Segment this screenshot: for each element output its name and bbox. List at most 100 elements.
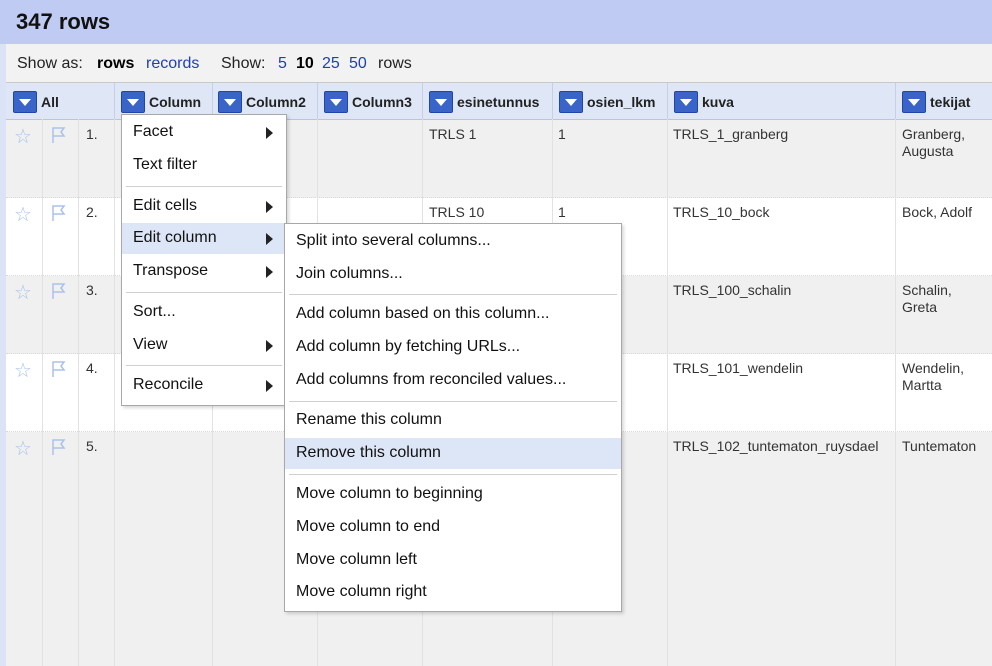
- menu-item-add-columns-reconciled[interactable]: Add columns from reconciled values...: [285, 365, 621, 396]
- cell-tekijat[interactable]: Bock, Adolf: [902, 204, 988, 221]
- menu-item-text-filter-label: Text filter: [133, 156, 198, 173]
- menu-item-move-right-label: Move column right: [296, 583, 427, 600]
- menu-item-move-right[interactable]: Move column right: [285, 577, 621, 608]
- menu-item-join-columns-label: Join columns...: [296, 265, 403, 282]
- column2-dropdown-icon[interactable]: [218, 91, 242, 113]
- page-size-10[interactable]: 10: [296, 55, 314, 73]
- header-osien-lkm-label: osien_lkm: [587, 94, 656, 110]
- menu-item-edit-cells[interactable]: Edit cells: [122, 191, 286, 222]
- menu-separator: [289, 401, 617, 402]
- header-column3-label: Column3: [352, 94, 412, 110]
- rows-suffix: rows: [378, 55, 412, 72]
- menu-separator: [126, 186, 282, 187]
- cell-osien-lkm[interactable]: 1: [558, 126, 566, 143]
- menu-item-text-filter[interactable]: Text filter: [122, 150, 286, 181]
- menu-item-edit-cells-label: Edit cells: [133, 197, 198, 214]
- column-divider: [895, 119, 896, 666]
- cell-tekijat[interactable]: Granberg, Augusta: [902, 126, 988, 160]
- menu-item-sort[interactable]: Sort...: [122, 297, 286, 328]
- header-esinetunnus-label: esinetunnus: [457, 94, 540, 110]
- menu-item-move-left[interactable]: Move column left: [285, 545, 621, 576]
- header-all: All: [6, 83, 115, 119]
- page-size-25[interactable]: 25: [322, 55, 340, 73]
- records-mode-link[interactable]: records: [146, 55, 199, 73]
- cell-esinetunnus[interactable]: TRLS 10: [429, 204, 484, 221]
- menu-item-add-column-fetch-urls[interactable]: Add column by fetching URLs...: [285, 332, 621, 363]
- star-icon[interactable]: ☆: [14, 280, 32, 305]
- flag-icon[interactable]: [51, 126, 67, 144]
- cell-osien-lkm[interactable]: 1: [558, 204, 566, 221]
- menu-item-add-column-based[interactable]: Add column based on this column...: [285, 299, 621, 330]
- star-icon[interactable]: ☆: [14, 436, 32, 461]
- header-column-label: Column: [149, 94, 202, 110]
- menu-item-remove-column-label: Remove this column: [296, 444, 441, 461]
- menu-item-edit-column[interactable]: Edit column: [122, 223, 286, 254]
- submenu-arrow-icon: [266, 380, 273, 392]
- cell-esinetunnus[interactable]: TRLS 1: [429, 126, 476, 143]
- flag-icon[interactable]: [51, 204, 67, 222]
- view-controls: Show as: rows records Show: 5 10 25 50 r…: [6, 44, 992, 83]
- rows-mode-option[interactable]: rows: [97, 55, 134, 73]
- app-frame: 347 rows Show as: rows records Show: 5 1…: [0, 0, 992, 666]
- header-tekijat-label: tekijat: [930, 94, 971, 110]
- row-number: 1.: [86, 126, 98, 142]
- all-dropdown-icon[interactable]: [13, 91, 37, 113]
- header-column2-label: Column2: [246, 94, 306, 110]
- menu-item-split-columns[interactable]: Split into several columns...: [285, 226, 621, 257]
- row-number: 3.: [86, 282, 98, 298]
- page-size-5[interactable]: 5: [278, 55, 287, 73]
- menu-item-join-columns[interactable]: Join columns...: [285, 259, 621, 290]
- header-kuva-label: kuva: [702, 94, 734, 110]
- menu-separator: [126, 292, 282, 293]
- submenu-arrow-icon: [266, 127, 273, 139]
- menu-item-edit-column-label: Edit column: [133, 229, 217, 246]
- column-dropdown-icon[interactable]: [121, 91, 145, 113]
- row-count-title: 347 rows: [16, 9, 111, 34]
- page-size-50[interactable]: 50: [349, 55, 367, 73]
- cell-tekijat[interactable]: Tuntematon: [902, 438, 976, 455]
- title-bar: 347 rows: [0, 0, 992, 44]
- menu-item-add-columns-reconciled-label: Add columns from reconciled values...: [296, 371, 567, 388]
- menu-separator: [126, 365, 282, 366]
- menu-item-move-to-beginning[interactable]: Move column to beginning: [285, 479, 621, 510]
- column3-dropdown-icon[interactable]: [324, 91, 348, 113]
- esinetunnus-dropdown-icon[interactable]: [429, 91, 453, 113]
- row-number: 4.: [86, 360, 98, 376]
- menu-item-transpose[interactable]: Transpose: [122, 256, 286, 287]
- row-number: 5.: [86, 438, 98, 454]
- star-icon[interactable]: ☆: [14, 202, 32, 227]
- menu-item-rename-column[interactable]: Rename this column: [285, 405, 621, 436]
- cell-kuva[interactable]: TRLS_1_granberg: [673, 126, 788, 143]
- menu-item-rename-column-label: Rename this column: [296, 411, 442, 428]
- star-icon[interactable]: ☆: [14, 124, 32, 149]
- star-icon[interactable]: ☆: [14, 358, 32, 383]
- tekijat-dropdown-icon[interactable]: [902, 91, 926, 113]
- menu-item-add-column-based-label: Add column based on this column...: [296, 305, 550, 322]
- submenu-arrow-icon: [266, 233, 273, 245]
- kuva-dropdown-icon[interactable]: [674, 91, 698, 113]
- flag-icon[interactable]: [51, 282, 67, 300]
- header-column3: Column3: [317, 83, 423, 119]
- flag-icon[interactable]: [51, 438, 67, 456]
- cell-kuva[interactable]: TRLS_100_schalin: [673, 282, 791, 299]
- submenu-arrow-icon: [266, 266, 273, 278]
- column-divider: [114, 119, 115, 666]
- menu-item-facet[interactable]: Facet: [122, 117, 286, 148]
- cell-kuva[interactable]: TRLS_102_tuntematon_ruysdael: [673, 438, 878, 455]
- cell-tekijat[interactable]: Schalin, Greta: [902, 282, 988, 316]
- submenu-arrow-icon: [266, 340, 273, 352]
- column-divider: [78, 119, 79, 666]
- menu-item-view[interactable]: View: [122, 330, 286, 361]
- cell-kuva[interactable]: TRLS_10_bock: [673, 204, 770, 221]
- column-divider: [667, 119, 668, 666]
- menu-item-add-column-fetch-urls-label: Add column by fetching URLs...: [296, 338, 521, 355]
- cell-tekijat[interactable]: Wendelin, Martta: [902, 360, 988, 394]
- menu-item-reconcile[interactable]: Reconcile: [122, 370, 286, 401]
- submenu-arrow-icon: [266, 201, 273, 213]
- menu-item-remove-column[interactable]: Remove this column: [285, 438, 621, 469]
- header-esinetunnus: esinetunnus: [422, 83, 553, 119]
- cell-kuva[interactable]: TRLS_101_wendelin: [673, 360, 803, 377]
- flag-icon[interactable]: [51, 360, 67, 378]
- menu-item-move-to-end[interactable]: Move column to end: [285, 512, 621, 543]
- osien-lkm-dropdown-icon[interactable]: [559, 91, 583, 113]
